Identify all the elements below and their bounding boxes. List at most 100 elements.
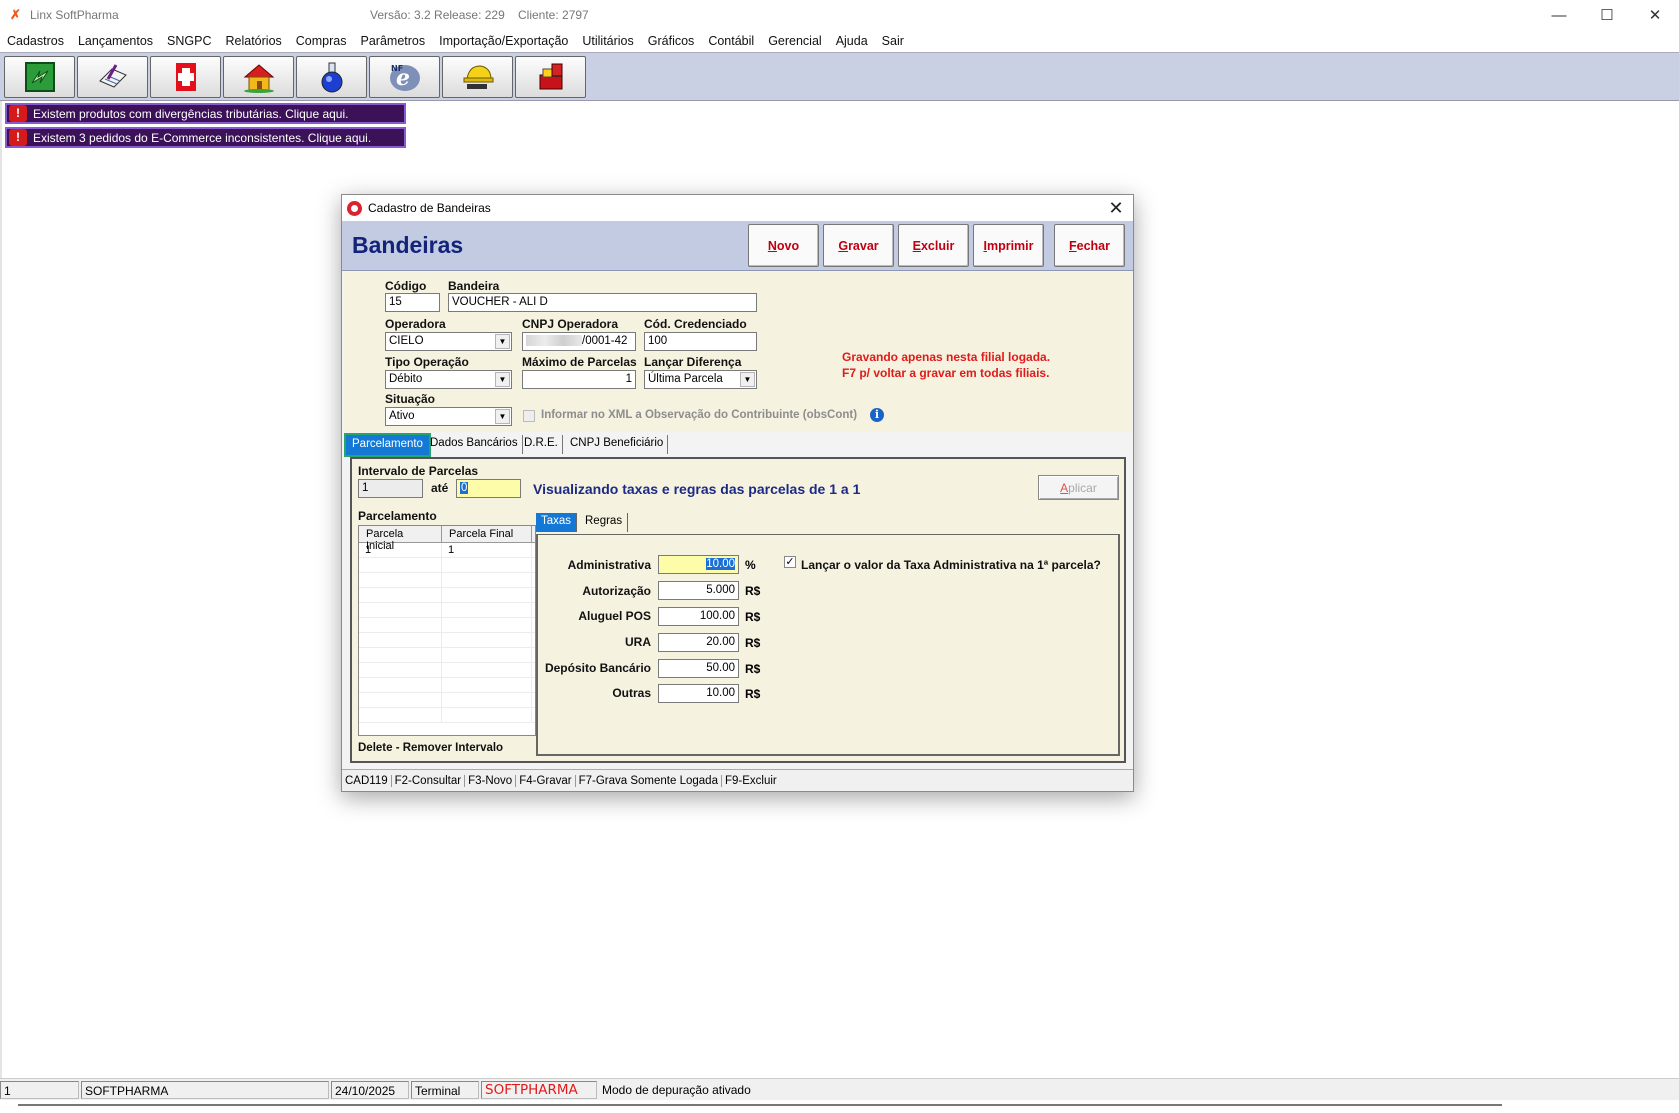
toolbar-edit-document-button[interactable] bbox=[77, 56, 148, 98]
tipo-operacao-select[interactable]: Débito ▼ bbox=[385, 370, 512, 389]
situacao-select[interactable]: Ativo ▼ bbox=[385, 407, 512, 426]
menu-sngpc[interactable]: SNGPC bbox=[160, 34, 218, 48]
menu-parametros[interactable]: Parâmetros bbox=[354, 34, 433, 48]
menu-importacao-exportacao[interactable]: Importação/Exportação bbox=[432, 34, 575, 48]
intervalo-de-field[interactable]: 1 bbox=[358, 479, 423, 498]
currency-unit: R$ bbox=[745, 662, 761, 676]
tab-dre[interactable]: D.R.E. bbox=[520, 435, 563, 454]
alert-icon: ! bbox=[9, 129, 27, 146]
percent-unit: % bbox=[745, 558, 756, 572]
grid-header-parcela-inicial[interactable]: Parcela Inicial bbox=[359, 526, 442, 552]
shortcut-f2: F2-Consultar bbox=[392, 774, 466, 787]
operadora-value: CIELO bbox=[389, 335, 424, 347]
status-cell-1: 1 bbox=[0, 1080, 79, 1099]
shortcut-f7: F7-Grava Somente Logada bbox=[576, 774, 722, 787]
close-window-icon[interactable]: ✕ bbox=[1631, 0, 1679, 30]
administrativa-value: 10.00 bbox=[706, 558, 735, 570]
toolbar-books-button[interactable] bbox=[515, 56, 586, 98]
menu-relatorios[interactable]: Relatórios bbox=[219, 34, 289, 48]
app-logo-icon: ✗ bbox=[10, 7, 21, 22]
tab-taxas[interactable]: Taxas bbox=[536, 513, 578, 532]
toolbar-nfe-button[interactable]: e NF bbox=[369, 56, 440, 98]
menu-contabil[interactable]: Contábil bbox=[701, 34, 761, 48]
novo-label: ovo bbox=[776, 238, 800, 253]
menu-ajuda[interactable]: Ajuda bbox=[829, 34, 875, 48]
situacao-label: Situação bbox=[385, 392, 436, 406]
minimize-icon[interactable]: — bbox=[1535, 0, 1583, 30]
currency-unit: R$ bbox=[745, 584, 761, 598]
aplicar-label: plicar bbox=[1068, 480, 1097, 495]
table-row-empty bbox=[359, 573, 535, 588]
notice-ecommerce-orders[interactable]: ! Existem 3 pedidos do E-Commerce incons… bbox=[5, 127, 406, 148]
toolbar-home-button[interactable] bbox=[223, 56, 294, 98]
codigo-field[interactable]: 15 bbox=[385, 293, 440, 312]
dialog-status-bar: CAD119 F2-Consultar F3-Novo F4-Gravar F7… bbox=[342, 769, 1133, 791]
toolbar-hardhat-button[interactable] bbox=[442, 56, 513, 98]
autorizacao-field[interactable]: 5.000 bbox=[658, 581, 739, 600]
toolbar-pharmacy-button[interactable] bbox=[150, 56, 221, 98]
dialog-app-icon bbox=[347, 200, 362, 216]
autorizacao-label: Autorização bbox=[582, 584, 651, 598]
horizontal-scrollbar[interactable] bbox=[18, 1104, 1502, 1106]
info-icon[interactable]: i bbox=[870, 408, 884, 422]
table-row-empty bbox=[359, 663, 535, 678]
maximo-parcelas-field[interactable]: 1 bbox=[522, 370, 636, 389]
aluguel-pos-field[interactable]: 100.00 bbox=[658, 607, 739, 626]
fechar-label: echar bbox=[1076, 238, 1110, 253]
tab-cnpj-beneficiario[interactable]: CNPJ Beneficiário bbox=[566, 435, 669, 454]
menu-gerencial[interactable]: Gerencial bbox=[761, 34, 829, 48]
edit-document-tool-icon bbox=[98, 64, 127, 88]
imprimir-button[interactable]: Imprimir bbox=[973, 224, 1044, 267]
main-toolbar: e NF bbox=[0, 52, 1679, 101]
toolbar-flask-button[interactable] bbox=[296, 56, 367, 98]
gravar-label: ravar bbox=[848, 238, 879, 253]
cnpj-operadora-field[interactable]: /0001-42 bbox=[522, 332, 636, 351]
menu-compras[interactable]: Compras bbox=[289, 34, 354, 48]
dialog-tabs: Parcelamento Dados Bancários D.R.E. CNPJ… bbox=[344, 433, 1132, 457]
dialog-close-icon[interactable]: ✕ bbox=[1105, 198, 1127, 219]
menu-graficos[interactable]: Gráficos bbox=[641, 34, 702, 48]
gravar-button[interactable]: Gravar bbox=[823, 224, 894, 267]
excluir-hotkey: E bbox=[912, 238, 921, 253]
menu-cadastros[interactable]: Cadastros bbox=[0, 34, 71, 48]
client-label: Cliente: 2797 bbox=[518, 8, 589, 22]
tab-regras[interactable]: Regras bbox=[580, 513, 629, 532]
administrativa-field[interactable]: 10.00 bbox=[658, 555, 739, 574]
notice-tax-divergence[interactable]: ! Existem produtos com divergências trib… bbox=[5, 103, 406, 124]
lancar-taxa-checkbox[interactable]: ✓ bbox=[784, 556, 796, 568]
aluguel-pos-label: Aluguel POS bbox=[578, 609, 651, 623]
currency-unit: R$ bbox=[745, 636, 761, 650]
outras-field[interactable]: 10.00 bbox=[658, 684, 739, 703]
xml-obs-checkbox[interactable] bbox=[523, 410, 535, 422]
grid-header-parcela-final[interactable]: Parcela Final bbox=[442, 526, 532, 542]
operadora-select[interactable]: CIELO ▼ bbox=[385, 332, 512, 351]
menu-lancamentos[interactable]: Lançamentos bbox=[71, 34, 160, 48]
table-row-empty bbox=[359, 708, 535, 723]
cod-credenciado-field[interactable]: 100 bbox=[644, 332, 757, 351]
menu-utilitarios[interactable]: Utilitários bbox=[575, 34, 640, 48]
status-mode: Modo de depuração ativado bbox=[602, 1082, 751, 1097]
table-row[interactable]: 1 1 bbox=[359, 543, 535, 558]
parcelamento-panel: Intervalo de Parcelas 1 até 0 Visualizan… bbox=[350, 457, 1126, 763]
hardhat-tool-icon bbox=[463, 65, 493, 89]
aplicar-button[interactable]: Aplicar bbox=[1038, 475, 1119, 500]
novo-button[interactable]: Novo bbox=[748, 224, 819, 267]
intervalo-ate-field[interactable]: 0 bbox=[456, 479, 521, 498]
deposito-bancario-field[interactable]: 50.00 bbox=[658, 659, 739, 678]
tab-parcelamento[interactable]: Parcelamento bbox=[344, 433, 431, 457]
toolbar-refresh-button[interactable] bbox=[4, 56, 75, 98]
bandeira-field[interactable]: VOUCHER - ALI D bbox=[448, 293, 757, 312]
lancar-diferenca-value: Última Parcela bbox=[648, 373, 723, 385]
fechar-button[interactable]: Fechar bbox=[1054, 224, 1125, 267]
maximize-icon[interactable]: ☐ bbox=[1583, 0, 1631, 30]
warning-line-1: Gravando apenas nesta filial logada. bbox=[842, 350, 1051, 364]
cadastro-bandeiras-dialog: Cadastro de Bandeiras ✕ Bandeiras Novo G… bbox=[341, 194, 1134, 792]
currency-unit: R$ bbox=[745, 610, 761, 624]
menu-sair[interactable]: Sair bbox=[875, 34, 911, 48]
notice-text: Existem 3 pedidos do E-Commerce inconsis… bbox=[33, 130, 372, 145]
tab-dados-bancarios[interactable]: Dados Bancários bbox=[426, 435, 523, 454]
excluir-button[interactable]: Excluir bbox=[898, 224, 969, 267]
status-user: SOFTPHARMA bbox=[81, 1080, 329, 1099]
ura-field[interactable]: 20.00 bbox=[658, 633, 739, 652]
lancar-diferenca-select[interactable]: Última Parcela ▼ bbox=[644, 370, 757, 389]
